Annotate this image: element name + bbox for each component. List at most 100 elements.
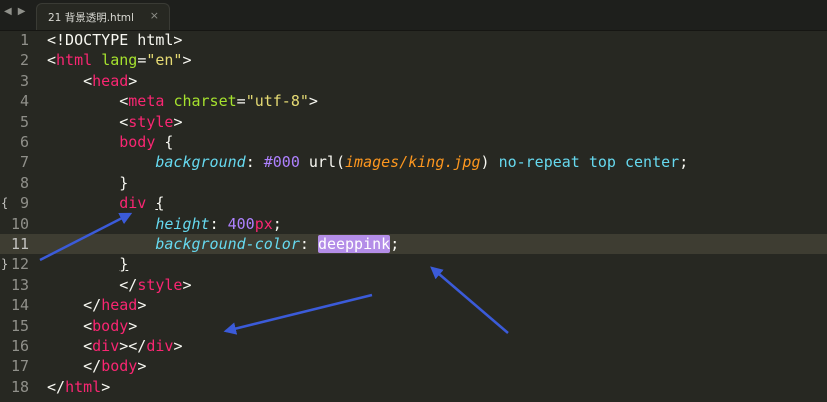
- code-token: }: [47, 173, 129, 192]
- code-token: body: [92, 316, 129, 335]
- code-line[interactable]: 15 <body>: [0, 316, 827, 336]
- code-text: }: [47, 173, 128, 193]
- line-number: 8: [19, 173, 29, 192]
- code-token: </: [47, 357, 102, 376]
- code-line[interactable]: 5 <style>: [0, 112, 827, 132]
- code-line[interactable]: 1 <!DOCTYPE html>: [0, 30, 827, 50]
- close-icon[interactable]: ×: [150, 9, 159, 22]
- code-text: </head>: [47, 295, 146, 315]
- code-token: head: [92, 71, 129, 90]
- code-token: div: [119, 194, 147, 213]
- line-number: 7: [19, 153, 29, 172]
- code-token: >: [137, 357, 147, 376]
- code-line[interactable]: 11 background-color: deeppink;: [0, 234, 827, 254]
- code-text: </html>: [47, 377, 110, 397]
- tab-bar: ◀ ▶ 21 背景透明.html ×: [0, 0, 827, 31]
- code-token: top: [588, 153, 616, 172]
- code-token: div: [92, 337, 120, 355]
- code-token: url(: [299, 153, 346, 172]
- code-token: >: [182, 275, 192, 294]
- code-line[interactable]: 8 }: [0, 173, 827, 193]
- code-token: height: [155, 214, 210, 233]
- code-token: >: [182, 51, 192, 70]
- code-token: </: [47, 377, 66, 396]
- code-line[interactable]: } 12 }: [0, 254, 827, 274]
- code-line[interactable]: 3 <head>: [0, 71, 827, 91]
- selected-text: deeppink: [317, 235, 391, 253]
- tab-navigation: ◀ ▶: [4, 6, 25, 17]
- code-token: "en": [146, 51, 183, 70]
- back-arrow-icon[interactable]: ◀: [4, 6, 12, 17]
- code-line[interactable]: {9 div {: [0, 193, 827, 213]
- code-text: </body>: [47, 356, 146, 376]
- tab-label: 21 背景透明.html: [48, 12, 134, 24]
- code-text: <meta charset="utf-8">: [47, 91, 318, 111]
- code-line[interactable]: 6 body {: [0, 132, 827, 152]
- code-line[interactable]: 2 <html lang="en">: [0, 50, 827, 70]
- code-line[interactable]: 4 <meta charset="utf-8">: [0, 91, 827, 111]
- code-line[interactable]: 17 </body>: [0, 356, 827, 376]
- line-number: 2: [19, 51, 29, 70]
- code-line[interactable]: 10 height: 400px;: [0, 214, 827, 234]
- code-line[interactable]: 7 background: #000 url(images/king.jpg) …: [0, 152, 827, 172]
- code-token: div: [146, 337, 174, 355]
- code-text: height: 400px;: [47, 214, 282, 234]
- code-text: background: #000 url(images/king.jpg) no…: [47, 152, 688, 172]
- forward-arrow-icon[interactable]: ▶: [18, 6, 26, 17]
- code-text: <body>: [47, 316, 137, 336]
- line-number: 10: [10, 214, 29, 233]
- code-token: background: [155, 153, 246, 172]
- code-token: ;: [390, 235, 400, 253]
- code-token: >: [137, 296, 147, 315]
- line-number: 15: [10, 316, 29, 335]
- code-token: charset: [173, 92, 237, 111]
- code-token: style: [128, 112, 174, 131]
- code-token: =: [137, 51, 147, 70]
- code-token: <: [47, 337, 93, 355]
- code-line[interactable]: 16 <div></div>: [0, 336, 827, 356]
- code-text: }: [47, 254, 128, 274]
- line-number: 1: [19, 31, 29, 49]
- code-token: center: [625, 153, 680, 172]
- tab-active-file[interactable]: 21 背景透明.html ×: [36, 3, 170, 30]
- line-number: 11: [10, 235, 29, 253]
- code-text: <head>: [47, 71, 137, 91]
- code-token: ></: [119, 337, 147, 355]
- code-token: </: [47, 275, 138, 294]
- code-token: no-repeat: [498, 153, 580, 172]
- line-number: 17: [10, 357, 29, 376]
- code-token: >: [128, 316, 138, 335]
- code-token: <: [47, 92, 129, 111]
- code-token: html: [56, 51, 93, 70]
- editor-text-area[interactable]: 1 <!DOCTYPE html> 2 <html lang="en"> 3 <head…: [0, 30, 827, 402]
- code-line[interactable]: 18 </html>: [0, 377, 827, 397]
- code-line[interactable]: 13 </style>: [0, 275, 827, 295]
- code-token: meta: [128, 92, 165, 111]
- code-token: :: [209, 214, 228, 233]
- code-text: background-color: deeppink;: [47, 234, 399, 254]
- code-token: px: [254, 214, 273, 233]
- code-line[interactable]: 14 </head>: [0, 295, 827, 315]
- code-token: ;: [679, 153, 689, 172]
- code-token: >: [173, 337, 183, 355]
- code-token: >: [308, 92, 318, 111]
- code-token: body: [119, 133, 156, 151]
- code-token: <: [47, 112, 129, 131]
- code-token: {: [155, 194, 165, 213]
- code-token: :: [299, 235, 318, 253]
- code-token: #000: [263, 153, 300, 172]
- code-token: lang: [101, 51, 138, 70]
- line-number: 3: [19, 71, 29, 90]
- code-token: <: [47, 51, 57, 70]
- code-token: ;: [272, 214, 282, 233]
- code-token: 400: [227, 214, 255, 233]
- code-text: <!DOCTYPE html>: [47, 30, 182, 50]
- line-number: 6: [19, 133, 29, 151]
- code-token: >: [128, 71, 138, 90]
- code-token: head: [101, 296, 138, 315]
- code-token: }: [119, 255, 129, 274]
